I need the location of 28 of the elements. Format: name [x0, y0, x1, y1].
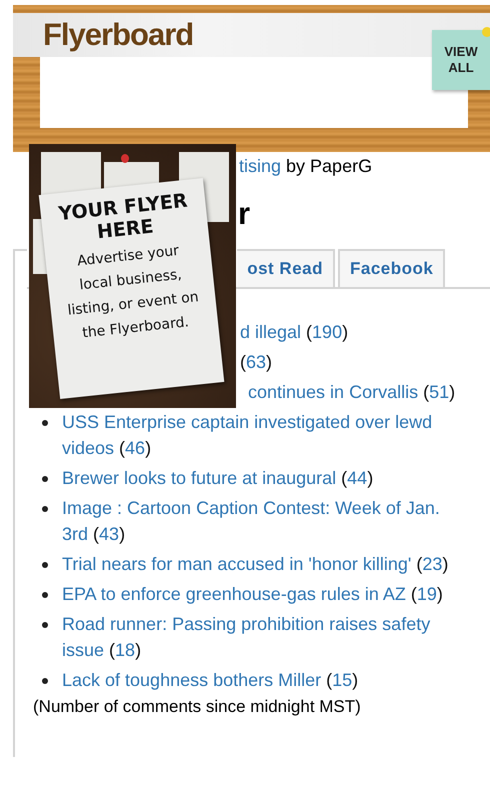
- story-link[interactable]: Lack of toughness bothers Miller (15): [62, 667, 470, 693]
- bullet-icon: [42, 476, 48, 482]
- flyer-ad[interactable]: YOUR FLYER HERE Advertise your local business, listing, or event on the Flyerboard.: [29, 144, 236, 408]
- bullet-icon: [42, 506, 48, 512]
- bullet-icon: [42, 622, 48, 628]
- bullet-icon: [42, 678, 48, 684]
- story-link[interactable]: EPA to enforce greenhouse-gas rules in AZ (19): [62, 581, 470, 607]
- story-link[interactable]: d illegal (190): [240, 319, 470, 345]
- story-link[interactable]: Road runner: Passing prohibition raises safety issue (18): [62, 611, 470, 663]
- story-link[interactable]: continues in Corvallis (51): [248, 379, 470, 405]
- flyerboard-logo[interactable]: Flyerboard: [43, 17, 194, 53]
- view-all-button[interactable]: VIEW ALL: [432, 30, 490, 90]
- bullet-icon: [42, 420, 48, 426]
- bullet-icon: [42, 562, 48, 568]
- byline-text: by PaperG: [285, 156, 372, 176]
- advertising-link[interactable]: tising: [239, 156, 282, 176]
- pushpin-icon: [121, 154, 129, 163]
- story-link[interactable]: USS Enterprise captain investigated over lewd videos (46): [62, 409, 470, 461]
- story-link[interactable]: Trial nears for man accused in 'honor killing' (23): [62, 551, 470, 577]
- story-link[interactable]: Brewer looks to future at inaugural (44): [62, 465, 470, 491]
- tab[interactable]: [13, 249, 27, 289]
- bullet-icon: [42, 592, 48, 598]
- comments-note: (Number of comments since midnight MST): [33, 697, 362, 717]
- story-link[interactable]: (63): [240, 349, 470, 375]
- heading-text: r: [238, 196, 250, 232]
- story-link[interactable]: Image : Cartoon Caption Contest: Week of Jan. 3rd (43): [62, 495, 470, 547]
- tab[interactable]: Facebook: [338, 249, 446, 287]
- tab[interactable]: ost Read: [237, 249, 335, 287]
